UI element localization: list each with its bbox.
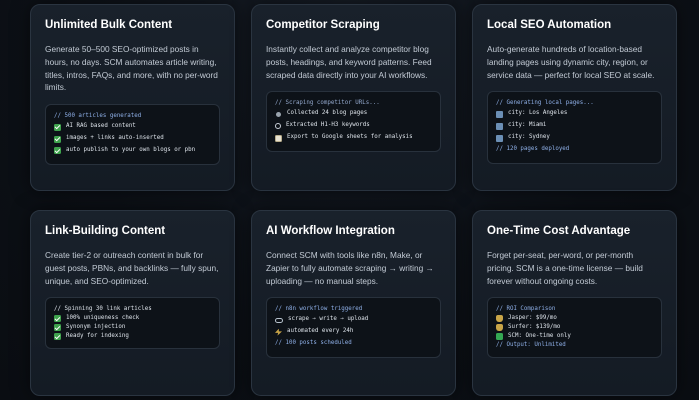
- terminal-line: scrape → write → upload: [275, 314, 432, 326]
- check-icon: [54, 123, 61, 131]
- terminal-line: // n8n workflow triggered: [275, 306, 363, 313]
- card-description: Generate 50–500 SEO-optimized posts in h…: [45, 43, 218, 93]
- terminal-line: Extracted H1-H3 keywords: [275, 120, 432, 132]
- card-description: Create tier-2 or outreach content in bul…: [45, 249, 219, 286]
- card-description: Forget per-seat, per-word, or per-month …: [487, 249, 643, 286]
- terminal-box: // Generating local pages... city: Los A…: [487, 91, 662, 164]
- terminal-box: // Scraping competitor URLs... Collected…: [266, 91, 441, 152]
- terminal-line: Ready for indexing: [54, 332, 211, 341]
- terminal-line: Synonym injection: [54, 323, 211, 332]
- terminal-line: Surfer: $139/mo: [496, 323, 653, 332]
- terminal-line: images + links auto-inserted: [54, 133, 211, 145]
- terminal-line: city: Los Angeles: [496, 108, 653, 120]
- feature-card-local-seo: Local SEO Automation Auto-generate hundr…: [472, 4, 677, 191]
- money-bag-icon: [496, 315, 503, 323]
- terminal-line: Export to Google sheets for analysis: [275, 132, 432, 144]
- feature-card-one-time-cost: One-Time Cost Advantage Forget per-seat,…: [472, 210, 677, 396]
- terminal-box: // Spinning 30 link articles 100% unique…: [45, 297, 220, 350]
- card-title: Competitor Scraping: [266, 19, 380, 31]
- terminal-line: auto publish to your own blogs or pbn: [54, 145, 211, 157]
- search-icon: [275, 123, 281, 130]
- card-title: Link-Building Content: [45, 225, 166, 237]
- feature-card-link-building: Link-Building Content Create tier-2 or o…: [30, 210, 235, 396]
- feature-card-bulk-content: Unlimited Bulk Content Generate 50–500 S…: [30, 4, 235, 191]
- dot-icon: [276, 111, 281, 117]
- bolt-icon: [275, 328, 282, 336]
- card-description: Auto-generate hundreds of location-based…: [487, 43, 655, 80]
- terminal-line: // Spinning 30 link articles: [54, 306, 152, 313]
- terminal-line: AI RAG based content: [54, 121, 211, 133]
- terminal-line: SCM: One-time only: [496, 332, 653, 341]
- check-icon: [54, 333, 61, 341]
- terminal-line: // 120 pages deployed: [496, 145, 570, 152]
- terminal-line: // Scraping competitor URLs...: [275, 100, 380, 107]
- city-icon: [496, 134, 503, 142]
- card-title: Unlimited Bulk Content: [45, 19, 173, 31]
- terminal-line: city: Miami: [496, 120, 653, 132]
- terminal-box: // n8n workflow triggered scrape → write…: [266, 297, 441, 358]
- chain-icon: [275, 317, 283, 323]
- sheet-icon: [275, 134, 282, 142]
- terminal-line: city: Sydney: [496, 132, 653, 144]
- card-title: One-Time Cost Advantage: [487, 225, 631, 237]
- money-bag-icon: [496, 324, 503, 332]
- feature-card-competitor-scraping: Competitor Scraping Instantly collect an…: [251, 4, 456, 191]
- card-title: Local SEO Automation: [487, 19, 612, 31]
- card-description: Connect SCM with tools like n8n, Make, o…: [266, 249, 434, 286]
- check-icon: [54, 324, 61, 332]
- feature-card-ai-workflow: AI Workflow Integration Connect SCM with…: [251, 210, 456, 396]
- terminal-line: // ROI Comparison: [496, 306, 556, 313]
- city-icon: [496, 122, 503, 130]
- terminal-box: // 500 articles generated AI RAG based c…: [45, 104, 220, 165]
- terminal-line: // Generating local pages...: [496, 100, 594, 107]
- terminal-box: // ROI Comparison Jasper: $99/mo Surfer:…: [487, 297, 662, 359]
- city-icon: [496, 110, 503, 118]
- terminal-line: automated every 24h: [275, 326, 432, 338]
- terminal-line: // 100 posts scheduled: [275, 340, 352, 347]
- card-description: Instantly collect and analyze competitor…: [266, 43, 432, 80]
- terminal-line: 100% uniqueness check: [54, 314, 211, 323]
- terminal-line: // 500 articles generated: [54, 113, 142, 120]
- terminal-line: Jasper: $99/mo: [496, 314, 653, 323]
- terminal-line: // Output: Unlimited: [496, 342, 566, 349]
- check-icon: [54, 135, 61, 143]
- card-title: AI Workflow Integration: [266, 225, 395, 237]
- terminal-line: Collected 24 blog pages: [275, 108, 432, 120]
- check-icon: [54, 315, 61, 323]
- check-icon: [54, 147, 61, 155]
- square-icon: [496, 333, 503, 341]
